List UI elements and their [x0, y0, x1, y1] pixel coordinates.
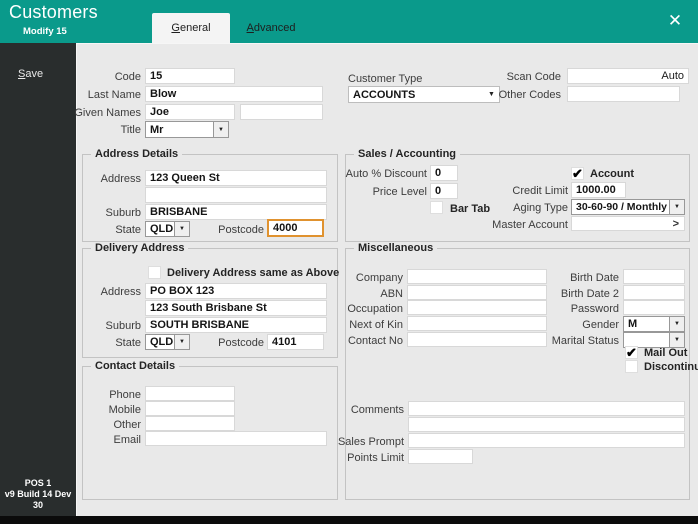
mobile-field[interactable]	[145, 401, 235, 416]
other-codes-field[interactable]	[567, 86, 680, 102]
pos-terminal: POS 1	[0, 478, 76, 489]
other-label: Other	[60, 419, 141, 431]
birth-date-2-label: Birth Date 2	[490, 288, 619, 300]
tab-general[interactable]: General	[152, 13, 230, 43]
chevron-down-icon: ▼	[669, 200, 684, 214]
company-label: Company	[280, 272, 403, 284]
password-label: Password	[490, 303, 619, 315]
email-label: Email	[60, 434, 141, 446]
mobile-label: Mobile	[60, 404, 141, 416]
next-of-kin-label: Next of Kin	[280, 319, 403, 331]
scan-code-label: Scan Code	[450, 71, 561, 83]
auto-discount-label: Auto % Discount	[330, 168, 427, 180]
chevron-down-icon: ▼	[174, 222, 189, 236]
address-details-legend: Address Details	[91, 148, 182, 160]
sales-prompt-field[interactable]	[408, 433, 685, 448]
page-title: Customers	[9, 2, 98, 23]
pos-build: v9 Build 14 Dev 30	[0, 489, 76, 511]
given-names-field[interactable]: Joe	[145, 104, 235, 120]
gender-label: Gender	[490, 319, 619, 331]
last-name-label: Last Name	[40, 89, 141, 101]
scan-code-auto-hint: Auto	[661, 70, 684, 82]
title-label: Title	[40, 124, 141, 136]
discontinue-label: Discontinue	[644, 361, 698, 373]
chevron-down-icon: ▼	[174, 335, 189, 349]
birth-date-field[interactable]	[623, 269, 685, 284]
state-label: State	[60, 224, 141, 236]
comments-line1-field[interactable]	[408, 401, 685, 416]
master-account-field[interactable]: >	[571, 216, 685, 231]
title-select[interactable]: Mr ▼	[145, 121, 229, 138]
customer-type-label: Customer Type	[348, 73, 422, 85]
title-bar: Customers Modify 15 General Advanced ✕	[0, 0, 698, 43]
discontinue-checkbox[interactable]	[625, 360, 638, 373]
delivery-state-label: State	[60, 337, 141, 349]
miscellaneous-legend: Miscellaneous	[354, 242, 437, 254]
page-subtitle: Modify 15	[23, 26, 67, 37]
contact-no-label: Contact No	[280, 335, 403, 347]
password-field[interactable]	[623, 300, 685, 315]
postcode-label: Postcode	[200, 224, 264, 236]
tab-advanced[interactable]: Advanced	[232, 13, 310, 43]
contact-details-legend: Contact Details	[91, 360, 179, 372]
code-field[interactable]: 15	[145, 68, 235, 84]
delivery-same-as-above-checkbox[interactable]	[148, 266, 161, 279]
last-name-field[interactable]: Blow	[145, 86, 323, 102]
marital-status-label: Marital Status	[490, 335, 619, 347]
delivery-state-select[interactable]: QLD ▼	[145, 334, 190, 350]
price-level-label: Price Level	[330, 186, 427, 198]
birth-date-2-field[interactable]	[623, 285, 685, 300]
lookup-arrow-icon: >	[673, 218, 679, 230]
suburb-label: Suburb	[60, 207, 141, 219]
birth-date-label: Birth Date	[490, 272, 619, 284]
master-account-label: Master Account	[460, 219, 568, 231]
points-limit-field[interactable]	[408, 449, 473, 464]
customers-window: Customers Modify 15 General Advanced ✕ S…	[0, 0, 698, 524]
mail-out-checkbox[interactable]: ✔	[625, 346, 638, 359]
given-names-label: Given Names	[40, 107, 141, 119]
address-line2-field[interactable]	[145, 187, 327, 203]
account-label: Account	[590, 168, 634, 180]
suburb-field[interactable]: BRISBANE	[145, 204, 327, 220]
postcode-field-focused[interactable]: 4000	[267, 219, 324, 237]
credit-limit-field[interactable]: 1000.00	[571, 182, 626, 198]
other-field[interactable]	[145, 416, 235, 431]
delivery-suburb-label: Suburb	[60, 320, 141, 332]
chevron-down-icon: ▼	[213, 122, 228, 137]
phone-label: Phone	[60, 389, 141, 401]
delivery-postcode-label: Postcode	[200, 337, 264, 349]
abn-label: ABN	[280, 288, 403, 300]
bar-tab-checkbox[interactable]	[430, 201, 443, 214]
mail-out-label: Mail Out	[644, 347, 687, 359]
window-bottom-edge	[0, 516, 698, 524]
scan-code-field[interactable]: Auto	[567, 68, 689, 84]
gender-select[interactable]: M ▼	[623, 316, 685, 332]
phone-field[interactable]	[145, 386, 235, 401]
aging-type-select[interactable]: 30-60-90 / Monthly ▼	[571, 199, 685, 215]
other-codes-label: Other Codes	[450, 89, 561, 101]
chevron-down-icon: ▼	[669, 317, 684, 331]
credit-limit-label: Credit Limit	[460, 185, 568, 197]
chevron-down-icon: ▼	[669, 333, 684, 347]
delivery-address-label: Address	[60, 286, 141, 298]
code-label: Code	[40, 71, 141, 83]
occupation-label: Occupation	[280, 303, 403, 315]
email-field[interactable]	[145, 431, 327, 446]
comments-line2-field[interactable]	[408, 417, 685, 432]
pos-version-info: POS 1 v9 Build 14 Dev 30	[0, 478, 76, 511]
given-names-2-field[interactable]	[240, 104, 323, 120]
auto-discount-field[interactable]: 0	[430, 165, 458, 181]
close-button[interactable]: ✕	[664, 10, 686, 32]
state-select[interactable]: QLD ▼	[145, 221, 190, 237]
aging-type-label: Aging Type	[460, 202, 568, 214]
delivery-address-legend: Delivery Address	[91, 242, 188, 254]
sales-accounting-legend: Sales / Accounting	[354, 148, 460, 160]
address-label: Address	[60, 173, 141, 185]
price-level-field[interactable]: 0	[430, 183, 458, 199]
address-line1-field[interactable]: 123 Queen St	[145, 170, 327, 186]
close-icon: ✕	[668, 11, 682, 31]
account-checkbox[interactable]: ✔	[571, 167, 584, 180]
